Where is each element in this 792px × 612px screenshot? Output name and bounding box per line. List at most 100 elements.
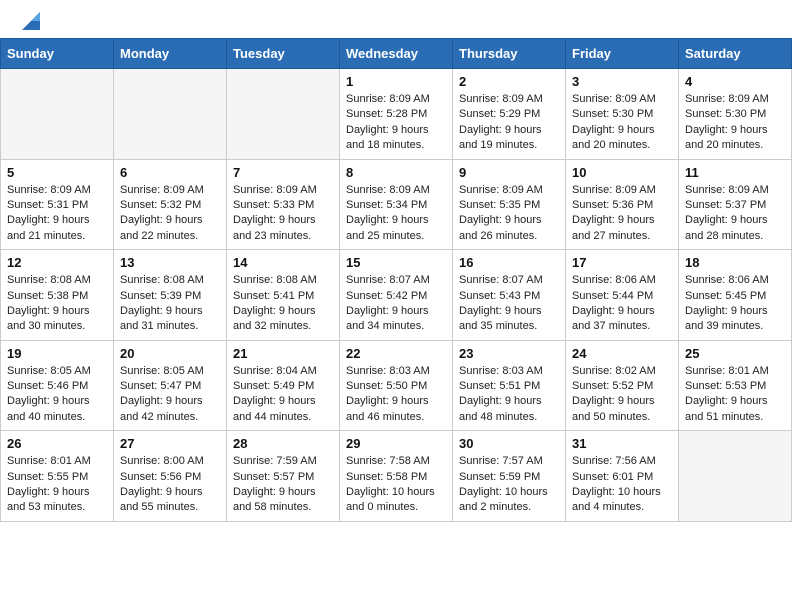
weekday-header-friday: Friday bbox=[566, 39, 679, 69]
day-cell-23: 23 Sunrise: 8:03 AM Sunset: 5:51 PM Dayli… bbox=[453, 340, 566, 431]
day-cell-24: 24 Sunrise: 8:02 AM Sunset: 5:52 PM Dayli… bbox=[566, 340, 679, 431]
day-number: 23 bbox=[459, 346, 559, 361]
day-info: Sunrise: 8:03 AM Sunset: 5:51 PM Dayligh… bbox=[459, 364, 559, 426]
day-number: 9 bbox=[459, 165, 559, 180]
day-number: 5 bbox=[7, 165, 107, 180]
header bbox=[0, 0, 792, 38]
day-info: Sunrise: 8:06 AM Sunset: 5:45 PM Dayligh… bbox=[685, 273, 785, 335]
day-cell-2: 2 Sunrise: 8:09 AM Sunset: 5:29 PM Daylig… bbox=[453, 69, 566, 160]
day-number: 22 bbox=[346, 346, 446, 361]
day-number: 31 bbox=[572, 436, 672, 451]
day-cell-3: 3 Sunrise: 8:09 AM Sunset: 5:30 PM Daylig… bbox=[566, 69, 679, 160]
day-info: Sunrise: 7:56 AM Sunset: 6:01 PM Dayligh… bbox=[572, 454, 672, 516]
weekday-header-monday: Monday bbox=[114, 39, 227, 69]
day-number: 7 bbox=[233, 165, 333, 180]
day-number: 17 bbox=[572, 255, 672, 270]
weekday-header-sunday: Sunday bbox=[1, 39, 114, 69]
day-info: Sunrise: 8:01 AM Sunset: 5:53 PM Dayligh… bbox=[685, 364, 785, 426]
day-number: 30 bbox=[459, 436, 559, 451]
day-cell-20: 20 Sunrise: 8:05 AM Sunset: 5:47 PM Dayli… bbox=[114, 340, 227, 431]
day-cell-6: 6 Sunrise: 8:09 AM Sunset: 5:32 PM Daylig… bbox=[114, 159, 227, 250]
day-info: Sunrise: 7:57 AM Sunset: 5:59 PM Dayligh… bbox=[459, 454, 559, 516]
day-cell-31: 31 Sunrise: 7:56 AM Sunset: 6:01 PM Dayli… bbox=[566, 431, 679, 522]
week-row-3: 12 Sunrise: 8:08 AM Sunset: 5:38 PM Dayli… bbox=[1, 250, 792, 341]
empty-cell bbox=[1, 69, 114, 160]
day-info: Sunrise: 8:05 AM Sunset: 5:47 PM Dayligh… bbox=[120, 364, 220, 426]
day-info: Sunrise: 8:08 AM Sunset: 5:39 PM Dayligh… bbox=[120, 273, 220, 335]
day-info: Sunrise: 8:00 AM Sunset: 5:56 PM Dayligh… bbox=[120, 454, 220, 516]
day-number: 27 bbox=[120, 436, 220, 451]
day-cell-13: 13 Sunrise: 8:08 AM Sunset: 5:39 PM Dayli… bbox=[114, 250, 227, 341]
day-cell-4: 4 Sunrise: 8:09 AM Sunset: 5:30 PM Daylig… bbox=[679, 69, 792, 160]
day-cell-11: 11 Sunrise: 8:09 AM Sunset: 5:37 PM Dayli… bbox=[679, 159, 792, 250]
day-info: Sunrise: 8:09 AM Sunset: 5:34 PM Dayligh… bbox=[346, 183, 446, 245]
day-cell-25: 25 Sunrise: 8:01 AM Sunset: 5:53 PM Dayli… bbox=[679, 340, 792, 431]
day-info: Sunrise: 8:02 AM Sunset: 5:52 PM Dayligh… bbox=[572, 364, 672, 426]
week-row-4: 19 Sunrise: 8:05 AM Sunset: 5:46 PM Dayli… bbox=[1, 340, 792, 431]
day-number: 13 bbox=[120, 255, 220, 270]
day-info: Sunrise: 8:09 AM Sunset: 5:37 PM Dayligh… bbox=[685, 183, 785, 245]
day-info: Sunrise: 7:58 AM Sunset: 5:58 PM Dayligh… bbox=[346, 454, 446, 516]
logo-icon bbox=[22, 12, 40, 30]
day-info: Sunrise: 8:09 AM Sunset: 5:29 PM Dayligh… bbox=[459, 92, 559, 154]
day-cell-21: 21 Sunrise: 8:04 AM Sunset: 5:49 PM Dayli… bbox=[227, 340, 340, 431]
day-number: 6 bbox=[120, 165, 220, 180]
day-number: 28 bbox=[233, 436, 333, 451]
weekday-header-saturday: Saturday bbox=[679, 39, 792, 69]
day-cell-26: 26Sunrise: 8:01 AM Sunset: 5:55 PM Dayli… bbox=[1, 431, 114, 522]
day-cell-5: 5 Sunrise: 8:09 AM Sunset: 5:31 PM Daylig… bbox=[1, 159, 114, 250]
day-number: 15 bbox=[346, 255, 446, 270]
day-cell-30: 30 Sunrise: 7:57 AM Sunset: 5:59 PM Dayli… bbox=[453, 431, 566, 522]
day-info: Sunrise: 8:09 AM Sunset: 5:30 PM Dayligh… bbox=[685, 92, 785, 154]
day-cell-15: 15 Sunrise: 8:07 AM Sunset: 5:42 PM Dayli… bbox=[340, 250, 453, 341]
day-info: Sunrise: 8:09 AM Sunset: 5:33 PM Dayligh… bbox=[233, 183, 333, 245]
logo bbox=[20, 16, 40, 30]
day-info: Sunrise: 8:09 AM Sunset: 5:32 PM Dayligh… bbox=[120, 183, 220, 245]
day-cell-27: 27 Sunrise: 8:00 AM Sunset: 5:56 PM Dayli… bbox=[114, 431, 227, 522]
day-number: 25 bbox=[685, 346, 785, 361]
day-number: 18 bbox=[685, 255, 785, 270]
day-info: Sunrise: 8:08 AM Sunset: 5:38 PM Dayligh… bbox=[7, 273, 107, 335]
day-info: Sunrise: 8:06 AM Sunset: 5:44 PM Dayligh… bbox=[572, 273, 672, 335]
day-cell-14: 14 Sunrise: 8:08 AM Sunset: 5:41 PM Dayli… bbox=[227, 250, 340, 341]
weekday-header-row: SundayMondayTuesdayWednesdayThursdayFrid… bbox=[1, 39, 792, 69]
day-number: 21 bbox=[233, 346, 333, 361]
day-info: Sunrise: 7:59 AM Sunset: 5:57 PM Dayligh… bbox=[233, 454, 333, 516]
day-info: Sunrise: 8:04 AM Sunset: 5:49 PM Dayligh… bbox=[233, 364, 333, 426]
day-number: 3 bbox=[572, 74, 672, 89]
day-info: Sunrise: 8:07 AM Sunset: 5:42 PM Dayligh… bbox=[346, 273, 446, 335]
day-number: 12 bbox=[7, 255, 107, 270]
day-number: 10 bbox=[572, 165, 672, 180]
empty-cell bbox=[114, 69, 227, 160]
day-info: Sunrise: 8:08 AM Sunset: 5:41 PM Dayligh… bbox=[233, 273, 333, 335]
day-cell-10: 10Sunrise: 8:09 AM Sunset: 5:36 PM Dayli… bbox=[566, 159, 679, 250]
week-row-1: 1Sunrise: 8:09 AM Sunset: 5:28 PM Daylig… bbox=[1, 69, 792, 160]
day-cell-9: 9Sunrise: 8:09 AM Sunset: 5:35 PM Daylig… bbox=[453, 159, 566, 250]
day-number: 2 bbox=[459, 74, 559, 89]
day-number: 19 bbox=[7, 346, 107, 361]
page: SundayMondayTuesdayWednesdayThursdayFrid… bbox=[0, 0, 792, 522]
day-info: Sunrise: 8:09 AM Sunset: 5:31 PM Dayligh… bbox=[7, 183, 107, 245]
day-number: 14 bbox=[233, 255, 333, 270]
calendar-table: SundayMondayTuesdayWednesdayThursdayFrid… bbox=[0, 38, 792, 522]
day-cell-1: 1Sunrise: 8:09 AM Sunset: 5:28 PM Daylig… bbox=[340, 69, 453, 160]
day-cell-16: 16Sunrise: 8:07 AM Sunset: 5:43 PM Dayli… bbox=[453, 250, 566, 341]
week-row-5: 26Sunrise: 8:01 AM Sunset: 5:55 PM Dayli… bbox=[1, 431, 792, 522]
day-cell-18: 18 Sunrise: 8:06 AM Sunset: 5:45 PM Dayli… bbox=[679, 250, 792, 341]
day-number: 11 bbox=[685, 165, 785, 180]
day-info: Sunrise: 8:07 AM Sunset: 5:43 PM Dayligh… bbox=[459, 273, 559, 335]
day-info: Sunrise: 8:05 AM Sunset: 5:46 PM Dayligh… bbox=[7, 364, 107, 426]
empty-cell bbox=[679, 431, 792, 522]
day-cell-8: 8Sunrise: 8:09 AM Sunset: 5:34 PM Daylig… bbox=[340, 159, 453, 250]
day-info: Sunrise: 8:09 AM Sunset: 5:30 PM Dayligh… bbox=[572, 92, 672, 154]
day-number: 20 bbox=[120, 346, 220, 361]
day-cell-29: 29Sunrise: 7:58 AM Sunset: 5:58 PM Dayli… bbox=[340, 431, 453, 522]
weekday-header-thursday: Thursday bbox=[453, 39, 566, 69]
day-cell-17: 17 Sunrise: 8:06 AM Sunset: 5:44 PM Dayli… bbox=[566, 250, 679, 341]
day-number: 1 bbox=[346, 74, 446, 89]
day-cell-28: 28 Sunrise: 7:59 AM Sunset: 5:57 PM Dayli… bbox=[227, 431, 340, 522]
day-info: Sunrise: 8:01 AM Sunset: 5:55 PM Dayligh… bbox=[7, 454, 107, 516]
day-number: 24 bbox=[572, 346, 672, 361]
day-number: 4 bbox=[685, 74, 785, 89]
empty-cell bbox=[227, 69, 340, 160]
